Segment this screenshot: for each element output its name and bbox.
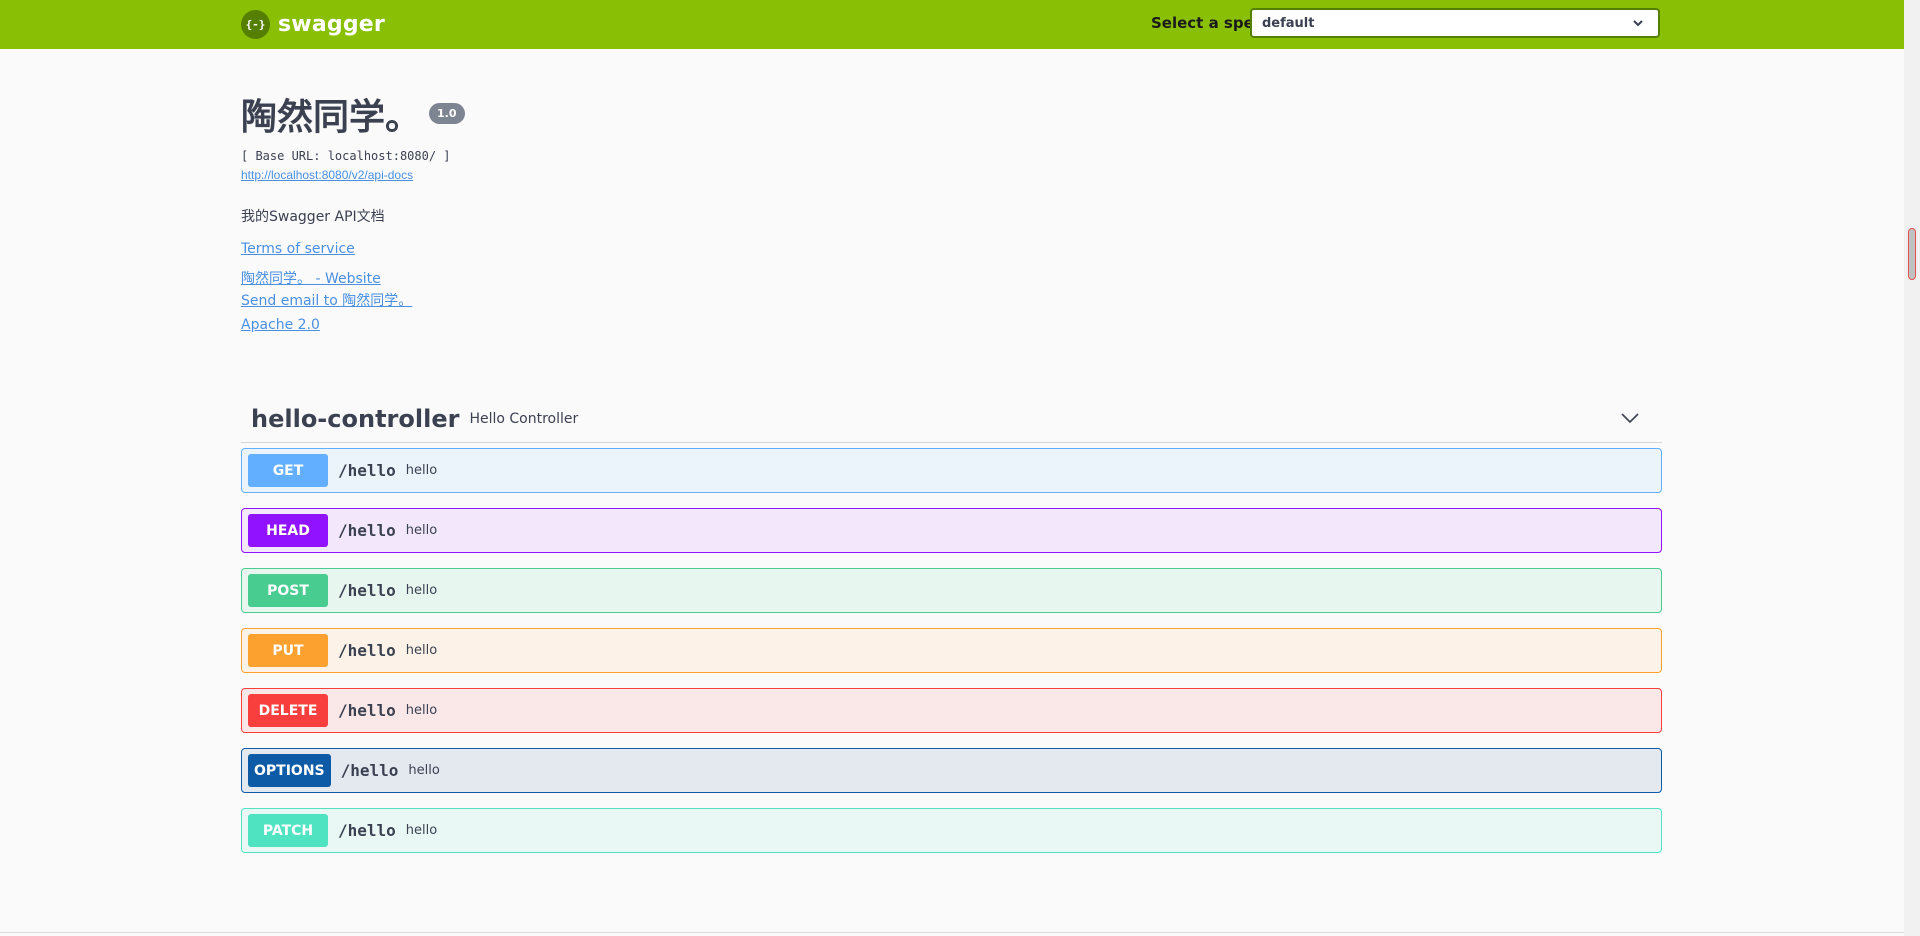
- license-link[interactable]: Apache 2.0: [241, 317, 320, 333]
- base-url: [ Base URL: localhost:8080/ ]: [241, 149, 451, 163]
- info-header: 陶然同学。 1.0: [241, 100, 465, 136]
- operation-path: /hello: [338, 821, 396, 840]
- operation-row[interactable]: GET /hello hello: [241, 448, 1662, 493]
- operation-path: /hello: [338, 701, 396, 720]
- operation-path: /hello: [338, 461, 396, 480]
- operation-row[interactable]: HEAD /hello hello: [241, 508, 1662, 553]
- email-link[interactable]: Send email to 陶然同学。: [241, 290, 412, 310]
- terms-of-service-link[interactable]: Terms of service: [241, 241, 355, 257]
- operation-summary: hello: [405, 523, 438, 538]
- api-description: 我的Swagger API文档: [241, 209, 385, 225]
- api-docs-link[interactable]: http://localhost:8080/v2/api-docs: [241, 168, 413, 182]
- select-spec-label: Select a spec: [1151, 14, 1263, 32]
- operation-row[interactable]: OPTIONS /hello hello: [241, 748, 1662, 793]
- operation-path: /hello: [338, 641, 396, 660]
- operation-path: /hello: [340, 761, 399, 780]
- version-badge: 1.0: [429, 103, 465, 124]
- swagger-logo-icon: {-}: [241, 10, 270, 39]
- page-title: 陶然同学。: [241, 97, 422, 138]
- method-badge: PUT: [248, 634, 328, 667]
- method-badge: PATCH: [248, 814, 328, 847]
- divider: [0, 932, 1904, 933]
- method-badge: HEAD: [248, 514, 328, 547]
- operation-summary: hello: [405, 703, 438, 718]
- operation-summary: hello: [408, 763, 440, 778]
- tag-header[interactable]: hello-controller Hello Controller: [241, 396, 1662, 443]
- chevron-down-icon: [1633, 20, 1643, 27]
- scrollbar-thumb[interactable]: [1908, 228, 1916, 280]
- method-badge: OPTIONS: [248, 754, 331, 787]
- operation-summary: hello: [405, 643, 438, 658]
- method-badge: DELETE: [248, 694, 328, 727]
- chevron-down-icon[interactable]: [1620, 408, 1640, 428]
- spec-select-value: default: [1262, 15, 1315, 31]
- tag-description: Hello Controller: [469, 411, 579, 427]
- swagger-logo[interactable]: {-} swagger: [241, 10, 385, 39]
- website-link[interactable]: 陶然同学。 - Website: [241, 268, 381, 288]
- operation-row[interactable]: DELETE /hello hello: [241, 688, 1662, 733]
- operation-summary: hello: [405, 823, 438, 838]
- method-badge: POST: [248, 574, 328, 607]
- operation-row[interactable]: PATCH /hello hello: [241, 808, 1662, 853]
- operation-row[interactable]: POST /hello hello: [241, 568, 1662, 613]
- tag-name: hello-controller: [251, 405, 460, 433]
- swagger-logo-text: swagger: [278, 12, 385, 37]
- topbar: {-} swagger Select a spec default: [0, 0, 1904, 49]
- method-badge: GET: [248, 454, 328, 487]
- operation-summary: hello: [405, 463, 438, 478]
- spec-select[interactable]: default: [1250, 8, 1660, 38]
- operation-summary: hello: [405, 583, 438, 598]
- page-scrollbar[interactable]: [1904, 0, 1920, 936]
- operation-path: /hello: [338, 581, 396, 600]
- operation-path: /hello: [338, 521, 396, 540]
- operation-row[interactable]: PUT /hello hello: [241, 628, 1662, 673]
